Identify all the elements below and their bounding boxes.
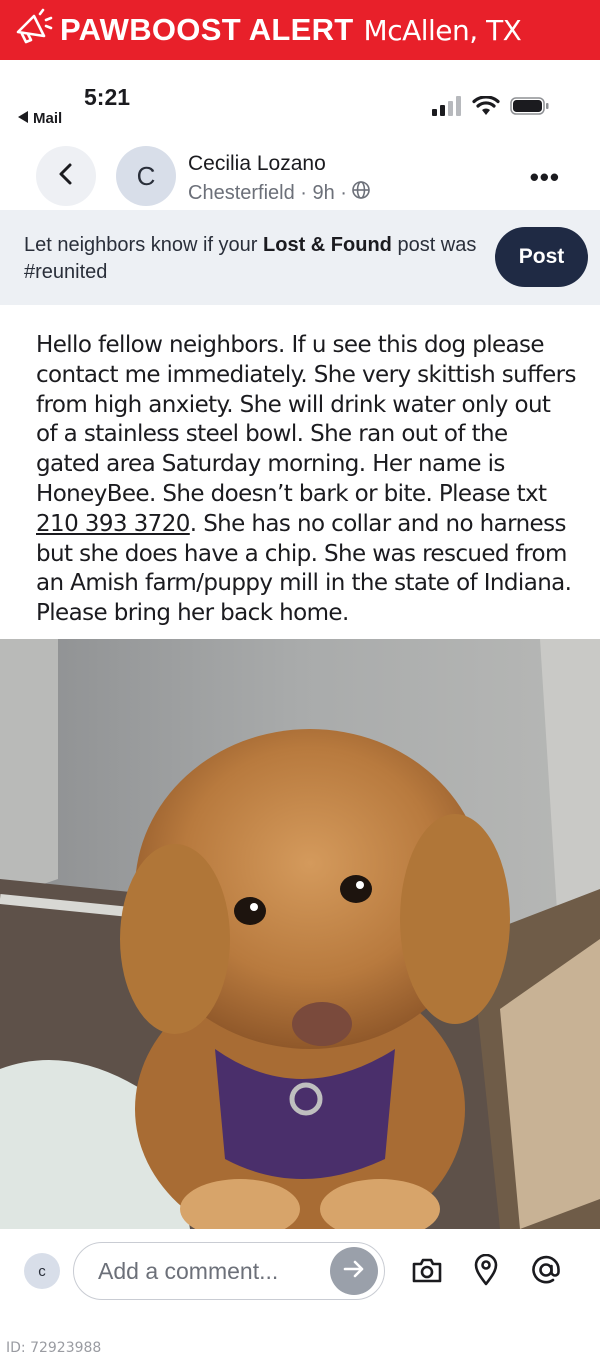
- comment-input[interactable]: Add a comment...: [73, 1242, 385, 1300]
- battery-icon: [510, 96, 550, 121]
- phone-link[interactable]: 210 393 3720: [36, 511, 190, 537]
- back-app-label: Mail: [33, 110, 63, 127]
- status-icons: [432, 95, 550, 121]
- arrow-right-icon: [341, 1256, 367, 1287]
- post-meta-text: Chesterfield · 9h ·: [188, 181, 347, 204]
- send-button[interactable]: [330, 1247, 378, 1295]
- post-reunited-button[interactable]: Post: [495, 227, 588, 287]
- reunite-text: Let neighbors know if your Lost & Found …: [24, 234, 477, 283]
- status-bar: 5:21 Mail: [0, 60, 600, 140]
- back-triangle-icon: [18, 110, 29, 127]
- alert-location: McAllen, TX: [363, 13, 522, 47]
- alert-title: PAWBOOST ALERT: [60, 12, 354, 47]
- user-avatar: c: [24, 1253, 60, 1289]
- post-meta: Chesterfield · 9h ·: [188, 180, 371, 206]
- camera-icon[interactable]: [409, 1252, 445, 1288]
- reunite-banner: Let neighbors know if your Lost & Found …: [0, 210, 600, 305]
- more-options-icon[interactable]: •••: [530, 162, 560, 193]
- post-body: Hello fellow neighbors. If u see this do…: [36, 332, 577, 627]
- author-avatar[interactable]: C: [116, 146, 176, 206]
- megaphone-icon: [10, 6, 54, 55]
- back-to-mail[interactable]: Mail: [18, 110, 62, 127]
- location-pin-icon[interactable]: [468, 1252, 504, 1288]
- status-time: 5:21: [84, 84, 131, 110]
- author-name[interactable]: Cecilia Lozano: [188, 152, 326, 176]
- mention-icon[interactable]: [528, 1252, 564, 1288]
- alert-banner: PAWBOOST ALERT McAllen, TX: [0, 0, 600, 60]
- comment-placeholder: Add a comment...: [98, 1258, 279, 1284]
- globe-icon: [351, 180, 371, 206]
- chevron-left-icon: [56, 162, 76, 191]
- post-header: C Cecilia Lozano Chesterfield · 9h · •••: [0, 140, 600, 212]
- wifi-icon: [472, 95, 500, 121]
- dog-photo[interactable]: [0, 639, 600, 1229]
- comment-bar: c Add a comment...: [0, 1230, 600, 1330]
- listing-id: ID: 72923988: [6, 1340, 102, 1356]
- back-button[interactable]: [36, 146, 96, 206]
- signal-icon: [432, 96, 462, 121]
